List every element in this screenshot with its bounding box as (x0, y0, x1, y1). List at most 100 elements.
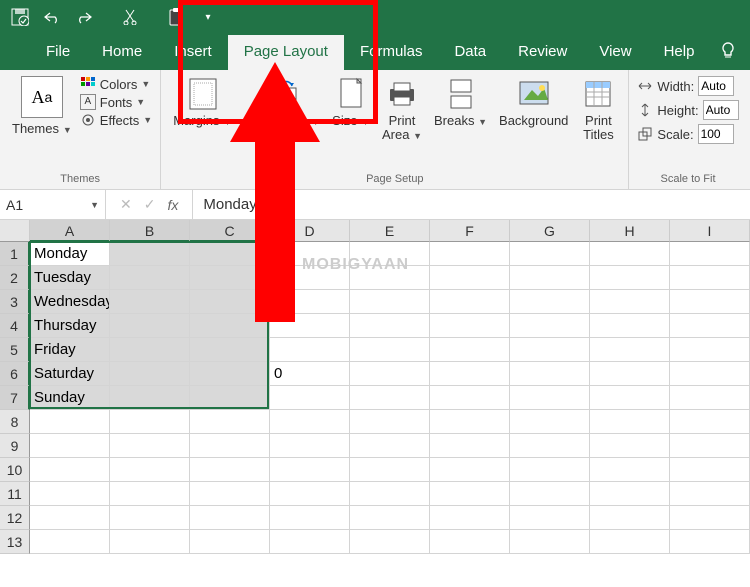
cell[interactable] (510, 338, 590, 362)
tab-home[interactable]: Home (86, 35, 158, 70)
cell[interactable] (510, 458, 590, 482)
cell[interactable] (510, 242, 590, 266)
cell[interactable] (510, 266, 590, 290)
column-header[interactable]: H (590, 220, 670, 242)
tab-view[interactable]: View (583, 35, 647, 70)
tab-file[interactable]: File (30, 35, 86, 70)
cell[interactable] (190, 458, 270, 482)
height-input[interactable] (703, 100, 739, 120)
cell[interactable] (190, 386, 270, 410)
cell[interactable] (190, 290, 270, 314)
cell[interactable] (590, 458, 670, 482)
cell[interactable] (510, 314, 590, 338)
cell[interactable] (350, 506, 430, 530)
cell[interactable] (30, 458, 110, 482)
fonts-button[interactable]: A Fonts ▼ (80, 94, 152, 110)
row-header[interactable]: 11 (0, 482, 30, 506)
margins-button[interactable]: Margins ▼ (169, 74, 236, 130)
column-header[interactable]: E (350, 220, 430, 242)
row-header[interactable]: 12 (0, 506, 30, 530)
cell[interactable] (430, 434, 510, 458)
cell[interactable] (590, 434, 670, 458)
cell[interactable] (110, 242, 190, 266)
cell[interactable] (590, 506, 670, 530)
paste-icon[interactable] (162, 4, 190, 30)
cell[interactable] (110, 290, 190, 314)
cell[interactable]: Thursday (30, 314, 110, 338)
row-header[interactable]: 5 (0, 338, 30, 362)
column-header[interactable]: C (190, 220, 270, 242)
cell[interactable]: Friday (30, 338, 110, 362)
cell[interactable] (590, 482, 670, 506)
effects-button[interactable]: Effects ▼ (80, 112, 152, 128)
cell[interactable] (350, 410, 430, 434)
cell[interactable]: Saturday (30, 362, 110, 386)
print-area-button[interactable]: Print Area ▼ (378, 74, 426, 145)
cell[interactable] (670, 242, 750, 266)
scale-width-row[interactable]: Width: (637, 76, 734, 96)
cell[interactable] (670, 362, 750, 386)
cell[interactable] (430, 266, 510, 290)
row-header[interactable]: 3 (0, 290, 30, 314)
tab-data[interactable]: Data (438, 35, 502, 70)
cell[interactable] (270, 338, 350, 362)
cell[interactable] (270, 506, 350, 530)
cell[interactable]: Wednesday (30, 290, 110, 314)
cell[interactable] (270, 290, 350, 314)
cell[interactable] (110, 338, 190, 362)
cell[interactable] (430, 290, 510, 314)
background-button[interactable]: Background (495, 74, 572, 130)
cell[interactable] (190, 482, 270, 506)
enter-icon[interactable]: ✓ (144, 196, 156, 213)
cell[interactable] (590, 266, 670, 290)
cell[interactable] (430, 314, 510, 338)
cell[interactable] (510, 362, 590, 386)
cell[interactable]: 0 (270, 362, 350, 386)
cancel-icon[interactable]: ✕ (120, 196, 132, 213)
autosave-icon[interactable] (6, 4, 34, 30)
row-header[interactable]: 10 (0, 458, 30, 482)
cell[interactable] (190, 242, 270, 266)
cell[interactable] (270, 458, 350, 482)
cell[interactable] (510, 434, 590, 458)
tab-insert[interactable]: Insert (158, 35, 228, 70)
cell[interactable] (270, 314, 350, 338)
breaks-button[interactable]: Breaks ▼ (430, 74, 491, 130)
cell[interactable] (350, 434, 430, 458)
cell[interactable] (590, 410, 670, 434)
formula-content[interactable]: Monday (193, 196, 266, 213)
customize-qat-icon[interactable]: ▾ (194, 4, 222, 30)
size-button[interactable]: Size ▼ (328, 74, 374, 130)
scale-scale-row[interactable]: Scale: (637, 124, 733, 144)
themes-button[interactable]: Aa Themes ▼ (8, 74, 76, 138)
scale-height-row[interactable]: Height: (637, 100, 738, 120)
redo-icon[interactable] (70, 4, 98, 30)
cell[interactable] (510, 290, 590, 314)
cut-icon[interactable] (116, 4, 144, 30)
cell[interactable] (350, 458, 430, 482)
cell[interactable] (30, 434, 110, 458)
cell[interactable] (110, 482, 190, 506)
cell[interactable] (350, 530, 430, 554)
cell[interactable] (270, 482, 350, 506)
column-header[interactable]: G (510, 220, 590, 242)
cell[interactable] (190, 506, 270, 530)
cell[interactable] (670, 386, 750, 410)
cell[interactable] (30, 506, 110, 530)
cell[interactable] (430, 482, 510, 506)
cell[interactable] (670, 458, 750, 482)
cell[interactable] (30, 482, 110, 506)
cell[interactable]: Sunday (30, 386, 110, 410)
cell[interactable] (110, 386, 190, 410)
cell[interactable]: Tuesday (30, 266, 110, 290)
row-header[interactable]: 9 (0, 434, 30, 458)
cell[interactable] (110, 506, 190, 530)
undo-icon[interactable] (38, 4, 66, 30)
cell[interactable] (110, 434, 190, 458)
cell[interactable] (190, 314, 270, 338)
cell[interactable] (430, 338, 510, 362)
cell[interactable] (670, 266, 750, 290)
cell[interactable] (110, 314, 190, 338)
cell[interactable] (350, 362, 430, 386)
cell[interactable] (350, 290, 430, 314)
